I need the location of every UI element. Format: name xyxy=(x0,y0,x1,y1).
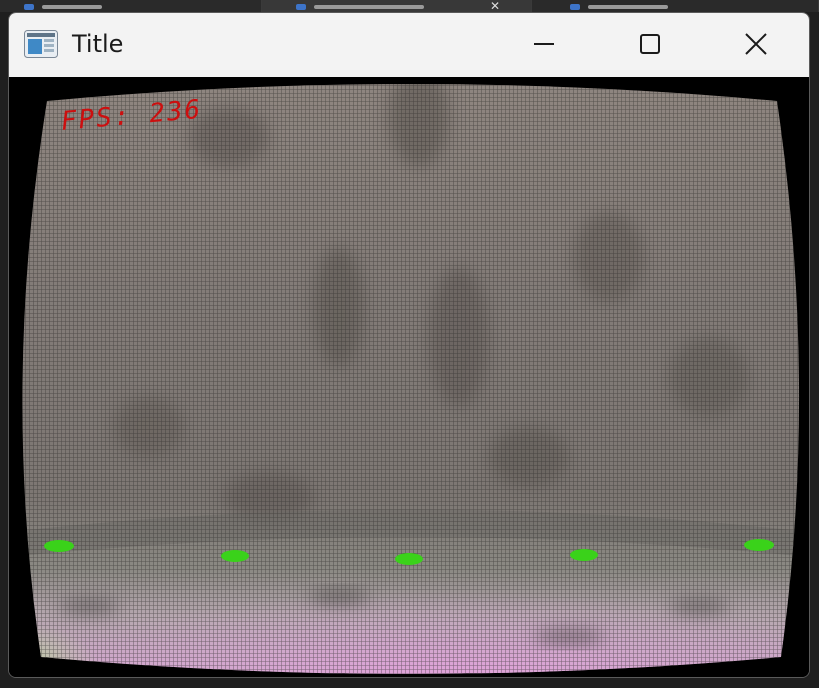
close-button[interactable] xyxy=(703,13,809,75)
background-tab-active[interactable]: ✕ xyxy=(262,0,532,12)
background-tab-strip: ✕ xyxy=(0,0,819,12)
title-bar[interactable]: Title xyxy=(9,13,809,77)
fps-value: 236 xyxy=(147,94,204,130)
maximize-icon xyxy=(640,34,660,54)
app-window: Title FPS: 236 xyxy=(8,12,810,678)
tab-close-icon[interactable]: ✕ xyxy=(490,0,500,12)
maximize-button[interactable] xyxy=(597,13,703,75)
background-tab-label xyxy=(42,5,102,9)
python-file-icon xyxy=(296,4,306,10)
background-tab-label xyxy=(314,5,424,9)
minimize-button[interactable] xyxy=(491,13,597,75)
fps-label: FPS: xyxy=(59,100,133,137)
close-icon xyxy=(745,33,767,55)
green-marker xyxy=(44,540,74,552)
background-tab-label xyxy=(588,5,668,9)
python-file-icon xyxy=(570,4,580,10)
green-marker xyxy=(744,539,774,551)
fisheye-camera-image xyxy=(22,84,800,674)
python-file-icon xyxy=(24,4,34,10)
green-marker xyxy=(221,550,249,562)
background-tab[interactable] xyxy=(0,0,262,12)
app-window-icon xyxy=(24,30,58,58)
green-marker xyxy=(570,549,598,561)
minimize-icon xyxy=(534,43,554,45)
window-title: Title xyxy=(72,30,124,58)
background-tab[interactable] xyxy=(532,0,819,12)
green-marker xyxy=(395,553,423,565)
camera-viewport[interactable]: FPS: 236 xyxy=(9,77,809,677)
